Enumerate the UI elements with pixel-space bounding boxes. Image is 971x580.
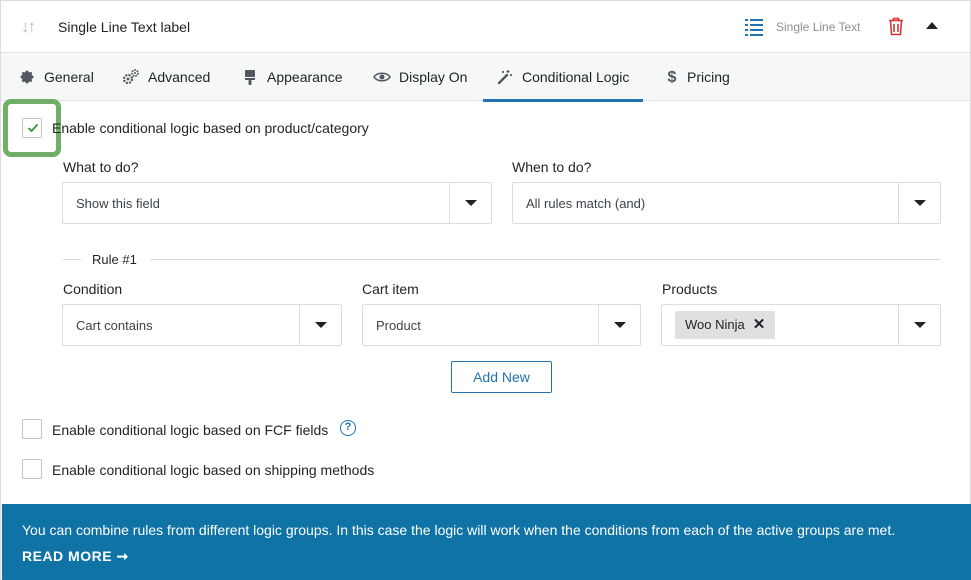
what-to-do-select[interactable]: Show this field [62, 182, 492, 224]
tab-pricing-label: Pricing [687, 69, 730, 85]
cart-item-select[interactable]: Product [362, 304, 641, 346]
condition-value: Cart contains [76, 318, 153, 333]
info-notice: You can combine rules from different log… [2, 504, 971, 580]
help-icon[interactable]: ? [340, 420, 356, 436]
tab-bar: General Advanced Appearance Display On C… [1, 53, 970, 102]
trash-icon[interactable] [888, 17, 904, 36]
products-label: Products [662, 281, 718, 297]
fcf-fields-label: Enable conditional logic based on FCF fi… [52, 422, 329, 438]
rule-title: Rule #1 [92, 252, 137, 267]
product-category-label: Enable conditional logic based on produc… [52, 120, 369, 136]
cart-item-label: Cart item [362, 281, 419, 297]
eye-icon [373, 72, 391, 82]
paint-brush-icon [245, 70, 255, 85]
product-category-checkbox[interactable] [22, 118, 42, 138]
magic-wand-icon [497, 70, 512, 85]
checkmark-icon [27, 123, 39, 133]
rule-divider-left [63, 259, 81, 260]
sort-handle-icon[interactable]: ↓↑ [21, 17, 41, 37]
dollar-icon: $ [667, 69, 677, 86]
tab-appearance[interactable]: Appearance [241, 53, 343, 101]
chevron-down-icon[interactable] [449, 183, 491, 223]
cart-item-value: Product [376, 318, 421, 333]
condition-label: Condition [63, 281, 123, 297]
product-tag-label: Woo Ninja [685, 317, 745, 332]
chevron-down-icon[interactable] [898, 183, 940, 223]
tab-appearance-label: Appearance [267, 69, 343, 85]
remove-tag-icon[interactable]: ✕ [753, 311, 766, 339]
tab-display-on[interactable]: Display On [373, 53, 467, 101]
when-to-do-value: All rules match (and) [526, 196, 646, 211]
when-to-do-label: When to do? [512, 159, 592, 175]
field-type-label: Single Line Text [776, 20, 861, 34]
collapse-arrow-icon[interactable] [926, 21, 938, 31]
fcf-fields-checkbox[interactable] [22, 419, 42, 439]
gear-icon [20, 70, 34, 84]
rule-divider-right [150, 259, 941, 260]
read-more-link[interactable]: READ MORE ➞ [22, 548, 129, 565]
tab-general-label: General [44, 69, 94, 85]
shipping-methods-label: Enable conditional logic based on shippi… [52, 462, 375, 478]
chevron-down-icon[interactable] [898, 305, 940, 345]
what-to-do-value: Show this field [76, 196, 160, 211]
when-to-do-select[interactable]: All rules match (and) [512, 182, 941, 224]
tab-general[interactable]: General [18, 53, 94, 101]
what-to-do-label: What to do? [63, 159, 139, 175]
tab-advanced-label: Advanced [148, 69, 211, 85]
field-header[interactable]: ↓↑ Single Line Text label Single Line Te… [1, 1, 970, 53]
tab-conditional-logic-label: Conditional Logic [522, 69, 630, 85]
condition-select[interactable]: Cart contains [62, 304, 342, 346]
gears-icon [122, 69, 139, 85]
tab-pricing[interactable]: $ Pricing [665, 53, 730, 101]
tab-display-on-label: Display On [399, 69, 468, 85]
tab-advanced[interactable]: Advanced [122, 53, 210, 101]
field-editor-panel: ↓↑ Single Line Text label Single Line Te… [0, 0, 971, 580]
add-new-rule-button[interactable]: Add New [451, 361, 552, 393]
notice-text: You can combine rules from different log… [22, 522, 896, 538]
field-label-title: Single Line Text label [58, 19, 191, 35]
chevron-down-icon[interactable] [598, 305, 640, 345]
tab-conditional-logic[interactable]: Conditional Logic [482, 53, 644, 102]
chevron-down-icon[interactable] [299, 305, 341, 345]
product-tag: Woo Ninja ✕ [675, 311, 776, 339]
list-icon [745, 19, 763, 36]
shipping-methods-checkbox[interactable] [22, 459, 42, 479]
